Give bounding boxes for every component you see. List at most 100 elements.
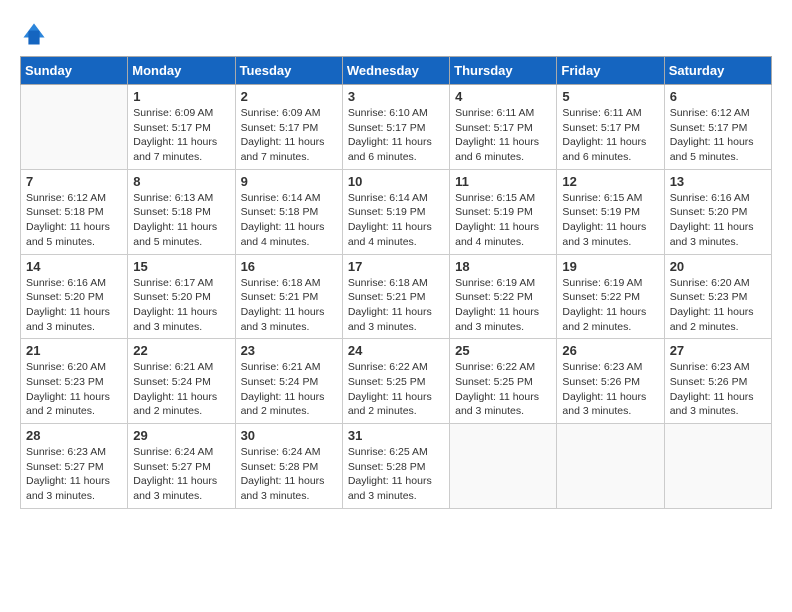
calendar-cell <box>557 424 664 509</box>
calendar-cell <box>450 424 557 509</box>
day-info: Sunrise: 6:10 AM Sunset: 5:17 PM Dayligh… <box>348 106 444 165</box>
calendar-cell: 1 Sunrise: 6:09 AM Sunset: 5:17 PM Daylig… <box>128 85 235 170</box>
day-info: Sunrise: 6:23 AM Sunset: 5:26 PM Dayligh… <box>562 360 658 419</box>
day-info: Sunrise: 6:12 AM Sunset: 5:17 PM Dayligh… <box>670 106 766 165</box>
day-number: 19 <box>562 259 658 274</box>
day-info: Sunrise: 6:22 AM Sunset: 5:25 PM Dayligh… <box>455 360 551 419</box>
day-number: 5 <box>562 89 658 104</box>
day-number: 31 <box>348 428 444 443</box>
day-number: 4 <box>455 89 551 104</box>
calendar-cell: 10Sunrise: 6:14 AM Sunset: 5:19 PM Dayli… <box>342 169 449 254</box>
day-info: Sunrise: 6:22 AM Sunset: 5:25 PM Dayligh… <box>348 360 444 419</box>
day-info: Sunrise: 6:21 AM Sunset: 5:24 PM Dayligh… <box>133 360 229 419</box>
day-number: 16 <box>241 259 337 274</box>
calendar-week-row: 28 Sunrise: 6:23 AM Sunset: 5:27 PM Dayli… <box>21 424 772 509</box>
day-number: 29 <box>133 428 229 443</box>
day-info: Sunrise: 6:11 AM Sunset: 5:17 PM Dayligh… <box>562 106 658 165</box>
day-info: Sunrise: 6:15 AM Sunset: 5:19 PM Dayligh… <box>455 191 551 250</box>
day-number: 12 <box>562 174 658 189</box>
calendar-cell: 31 Sunrise: 6:25 AM Sunset: 5:28 PM Dayli… <box>342 424 449 509</box>
day-info: Sunrise: 6:16 AM Sunset: 5:20 PM Dayligh… <box>670 191 766 250</box>
day-info: Sunrise: 6:20 AM Sunset: 5:23 PM Dayligh… <box>670 276 766 335</box>
day-info: Sunrise: 6:19 AM Sunset: 5:22 PM Dayligh… <box>562 276 658 335</box>
day-number: 20 <box>670 259 766 274</box>
day-info: Sunrise: 6:14 AM Sunset: 5:19 PM Dayligh… <box>348 191 444 250</box>
header <box>20 20 772 48</box>
weekday-header: Friday <box>557 57 664 85</box>
day-number: 13 <box>670 174 766 189</box>
calendar-cell: 17 Sunrise: 6:18 AM Sunset: 5:21 PM Dayli… <box>342 254 449 339</box>
day-info: Sunrise: 6:14 AM Sunset: 5:18 PM Dayligh… <box>241 191 337 250</box>
day-number: 9 <box>241 174 337 189</box>
calendar-cell: 7 Sunrise: 6:12 AM Sunset: 5:18 PM Daylig… <box>21 169 128 254</box>
calendar-cell: 3 Sunrise: 6:10 AM Sunset: 5:17 PM Daylig… <box>342 85 449 170</box>
calendar-cell: 22 Sunrise: 6:21 AM Sunset: 5:24 PM Dayli… <box>128 339 235 424</box>
calendar-cell: 9 Sunrise: 6:14 AM Sunset: 5:18 PM Daylig… <box>235 169 342 254</box>
calendar-cell: 24 Sunrise: 6:22 AM Sunset: 5:25 PM Dayli… <box>342 339 449 424</box>
day-number: 24 <box>348 343 444 358</box>
day-number: 6 <box>670 89 766 104</box>
calendar-cell: 29 Sunrise: 6:24 AM Sunset: 5:27 PM Dayli… <box>128 424 235 509</box>
calendar-week-row: 7 Sunrise: 6:12 AM Sunset: 5:18 PM Daylig… <box>21 169 772 254</box>
day-number: 2 <box>241 89 337 104</box>
day-info: Sunrise: 6:23 AM Sunset: 5:26 PM Dayligh… <box>670 360 766 419</box>
day-number: 17 <box>348 259 444 274</box>
day-number: 3 <box>348 89 444 104</box>
day-number: 23 <box>241 343 337 358</box>
day-info: Sunrise: 6:11 AM Sunset: 5:17 PM Dayligh… <box>455 106 551 165</box>
calendar: SundayMondayTuesdayWednesdayThursdayFrid… <box>20 56 772 509</box>
weekday-header: Sunday <box>21 57 128 85</box>
calendar-cell: 2 Sunrise: 6:09 AM Sunset: 5:17 PM Daylig… <box>235 85 342 170</box>
day-number: 14 <box>26 259 122 274</box>
calendar-cell <box>21 85 128 170</box>
day-number: 22 <box>133 343 229 358</box>
day-number: 30 <box>241 428 337 443</box>
weekday-header: Wednesday <box>342 57 449 85</box>
calendar-cell: 18Sunrise: 6:19 AM Sunset: 5:22 PM Dayli… <box>450 254 557 339</box>
day-number: 1 <box>133 89 229 104</box>
calendar-cell: 16 Sunrise: 6:18 AM Sunset: 5:21 PM Dayli… <box>235 254 342 339</box>
weekday-header: Saturday <box>664 57 771 85</box>
calendar-week-row: 14 Sunrise: 6:16 AM Sunset: 5:20 PM Dayli… <box>21 254 772 339</box>
day-number: 25 <box>455 343 551 358</box>
day-info: Sunrise: 6:25 AM Sunset: 5:28 PM Dayligh… <box>348 445 444 504</box>
day-number: 7 <box>26 174 122 189</box>
day-number: 11 <box>455 174 551 189</box>
calendar-cell: 13 Sunrise: 6:16 AM Sunset: 5:20 PM Dayli… <box>664 169 771 254</box>
day-number: 21 <box>26 343 122 358</box>
calendar-cell: 21 Sunrise: 6:20 AM Sunset: 5:23 PM Dayli… <box>21 339 128 424</box>
day-info: Sunrise: 6:12 AM Sunset: 5:18 PM Dayligh… <box>26 191 122 250</box>
logo-icon <box>20 20 48 48</box>
day-info: Sunrise: 6:18 AM Sunset: 5:21 PM Dayligh… <box>348 276 444 335</box>
calendar-cell: 25 Sunrise: 6:22 AM Sunset: 5:25 PM Dayli… <box>450 339 557 424</box>
day-number: 18 <box>455 259 551 274</box>
calendar-cell: 30Sunrise: 6:24 AM Sunset: 5:28 PM Dayli… <box>235 424 342 509</box>
calendar-cell <box>664 424 771 509</box>
day-info: Sunrise: 6:15 AM Sunset: 5:19 PM Dayligh… <box>562 191 658 250</box>
calendar-cell: 6 Sunrise: 6:12 AM Sunset: 5:17 PM Daylig… <box>664 85 771 170</box>
weekday-header-row: SundayMondayTuesdayWednesdayThursdayFrid… <box>21 57 772 85</box>
calendar-cell: 14 Sunrise: 6:16 AM Sunset: 5:20 PM Dayli… <box>21 254 128 339</box>
day-info: Sunrise: 6:20 AM Sunset: 5:23 PM Dayligh… <box>26 360 122 419</box>
day-info: Sunrise: 6:23 AM Sunset: 5:27 PM Dayligh… <box>26 445 122 504</box>
calendar-cell: 20 Sunrise: 6:20 AM Sunset: 5:23 PM Dayli… <box>664 254 771 339</box>
day-number: 15 <box>133 259 229 274</box>
day-info: Sunrise: 6:16 AM Sunset: 5:20 PM Dayligh… <box>26 276 122 335</box>
day-info: Sunrise: 6:18 AM Sunset: 5:21 PM Dayligh… <box>241 276 337 335</box>
calendar-cell: 11 Sunrise: 6:15 AM Sunset: 5:19 PM Dayli… <box>450 169 557 254</box>
day-number: 28 <box>26 428 122 443</box>
weekday-header: Tuesday <box>235 57 342 85</box>
calendar-cell: 26Sunrise: 6:23 AM Sunset: 5:26 PM Dayli… <box>557 339 664 424</box>
weekday-header: Thursday <box>450 57 557 85</box>
calendar-cell: 5 Sunrise: 6:11 AM Sunset: 5:17 PM Daylig… <box>557 85 664 170</box>
calendar-cell: 19 Sunrise: 6:19 AM Sunset: 5:22 PM Dayli… <box>557 254 664 339</box>
day-info: Sunrise: 6:09 AM Sunset: 5:17 PM Dayligh… <box>133 106 229 165</box>
calendar-cell: 8Sunrise: 6:13 AM Sunset: 5:18 PM Daylig… <box>128 169 235 254</box>
day-info: Sunrise: 6:17 AM Sunset: 5:20 PM Dayligh… <box>133 276 229 335</box>
day-info: Sunrise: 6:24 AM Sunset: 5:27 PM Dayligh… <box>133 445 229 504</box>
calendar-week-row: 21 Sunrise: 6:20 AM Sunset: 5:23 PM Dayli… <box>21 339 772 424</box>
calendar-cell: 4 Sunrise: 6:11 AM Sunset: 5:17 PM Daylig… <box>450 85 557 170</box>
day-info: Sunrise: 6:09 AM Sunset: 5:17 PM Dayligh… <box>241 106 337 165</box>
day-number: 27 <box>670 343 766 358</box>
day-number: 8 <box>133 174 229 189</box>
